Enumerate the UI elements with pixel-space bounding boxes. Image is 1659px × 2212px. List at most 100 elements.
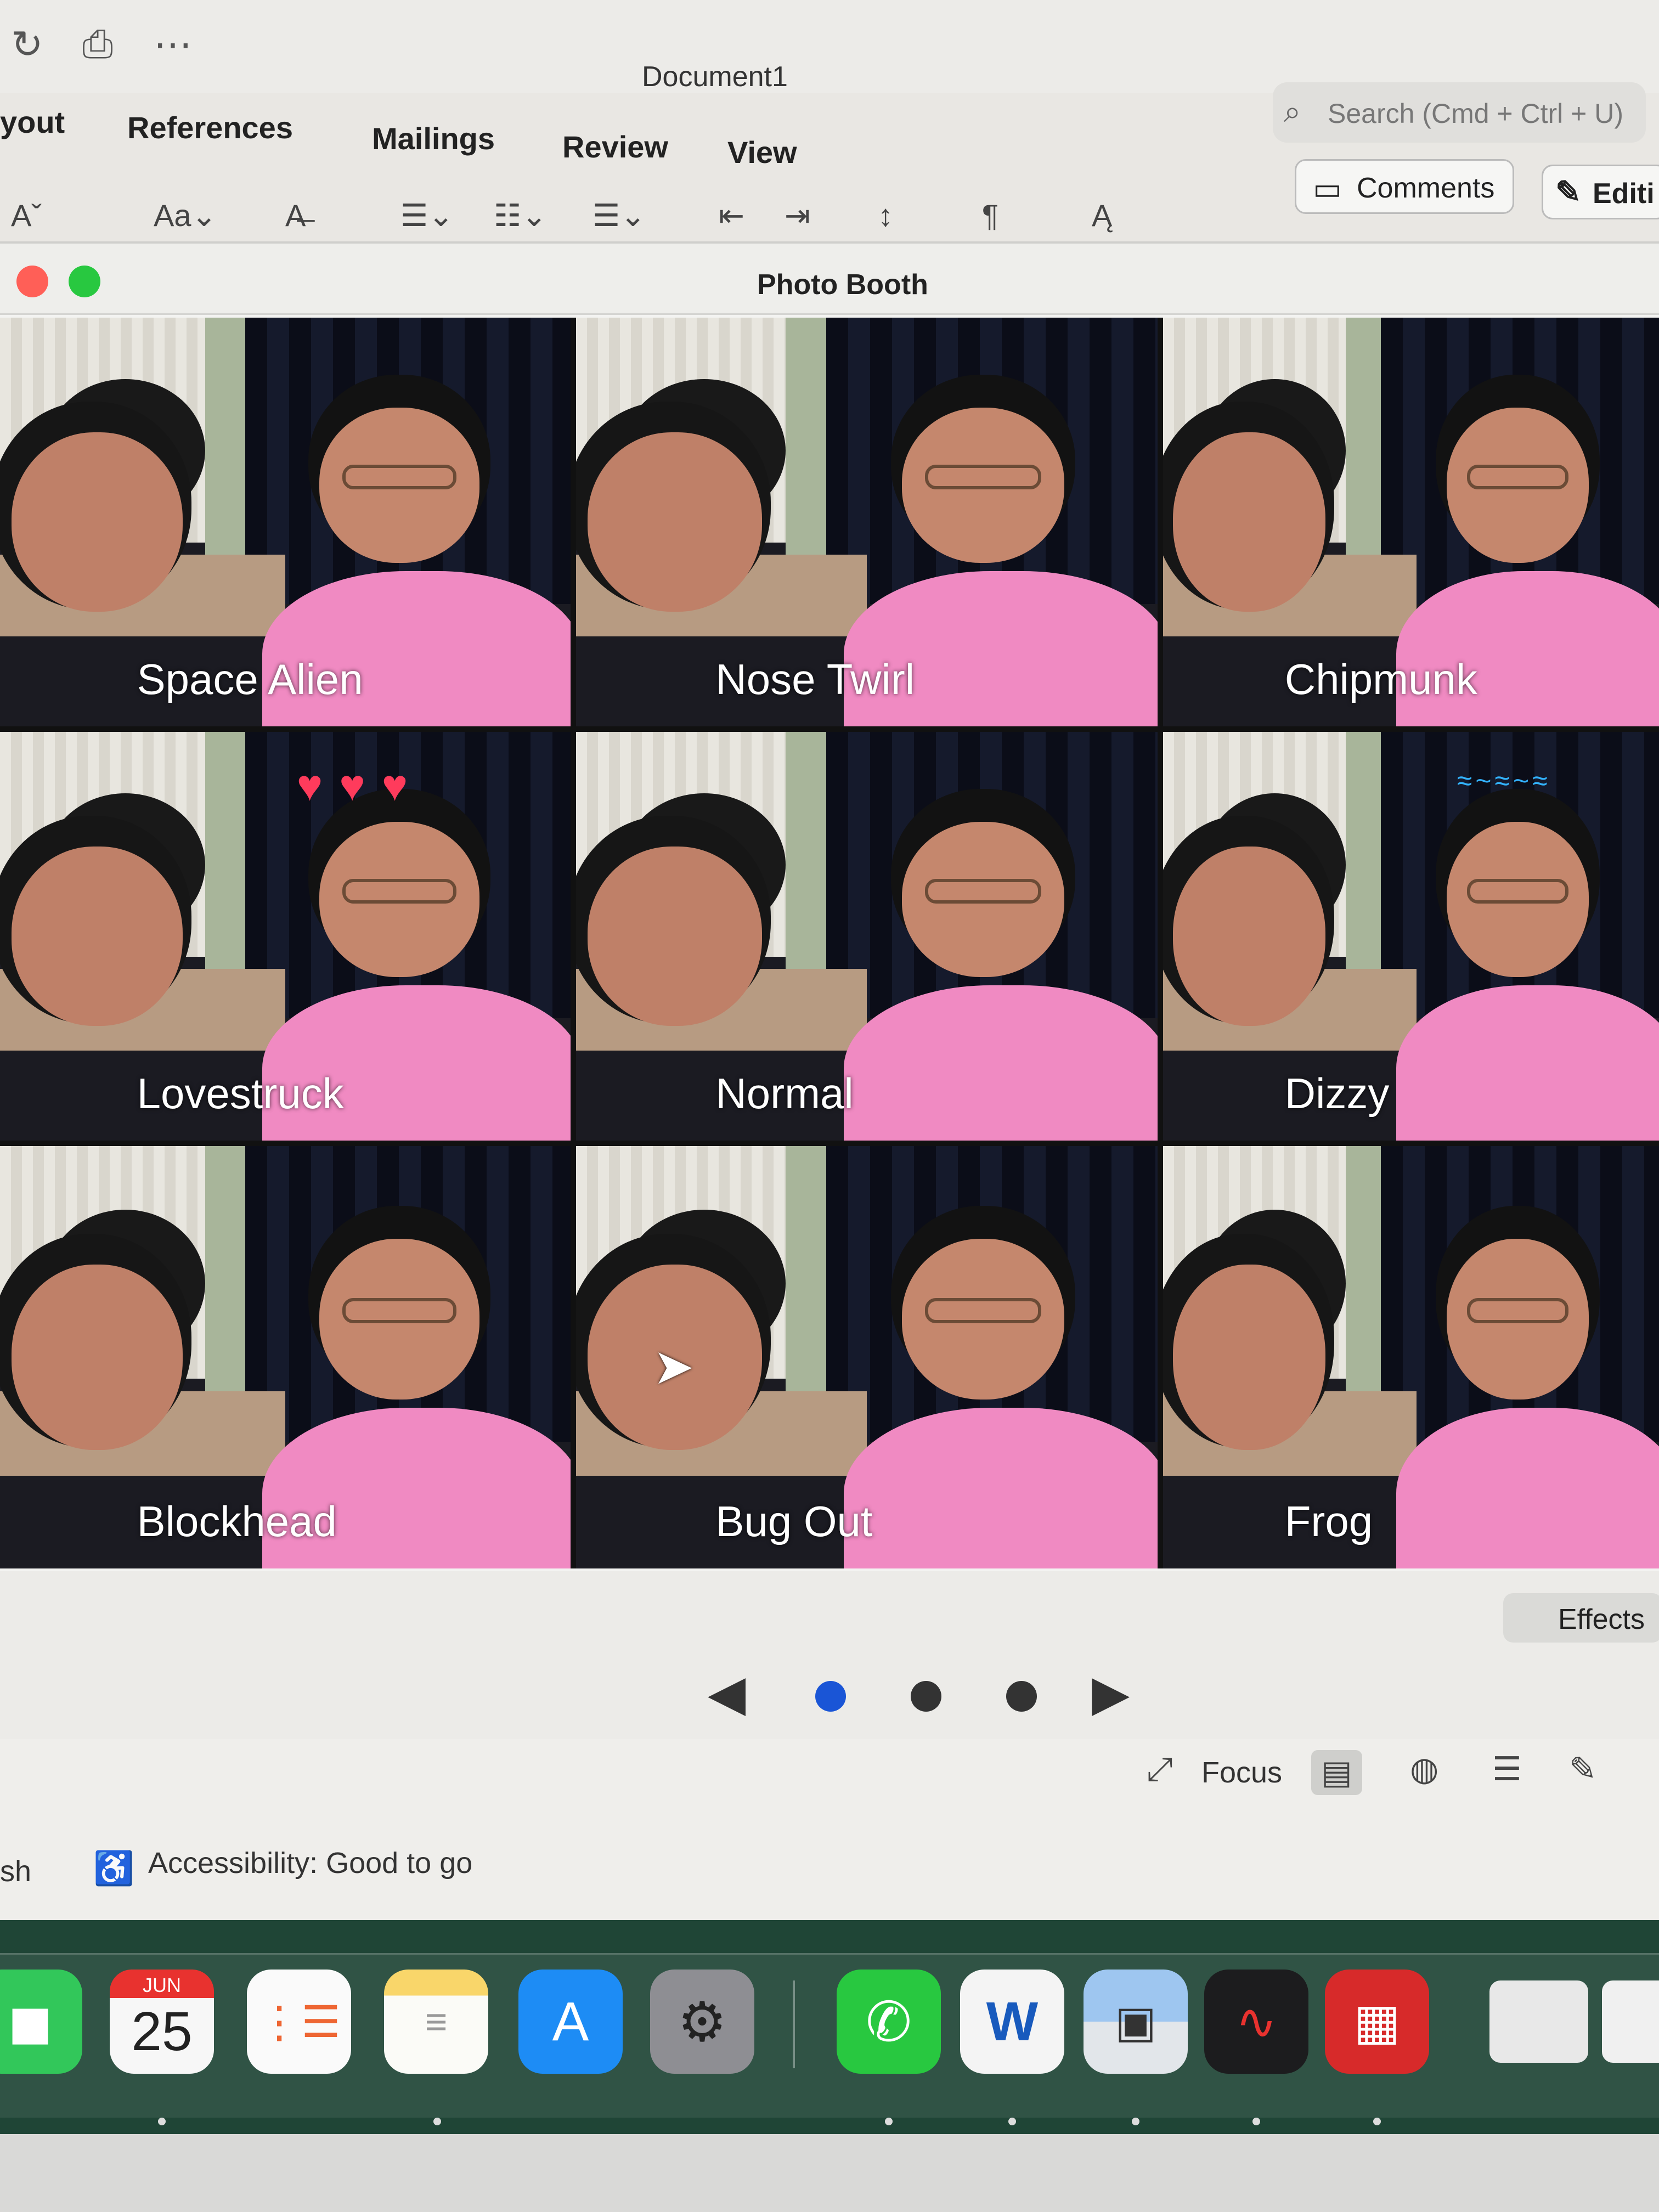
effect-tile-nose-twirl[interactable]: Nose Twirl	[576, 318, 1158, 726]
ribbon-tabs: yout References Mailings Review View	[0, 104, 1207, 170]
next-page-icon[interactable]: ▶	[1092, 1664, 1130, 1722]
print-layout-icon[interactable]: ▤	[1311, 1750, 1362, 1795]
status-left-text: sh	[0, 1855, 32, 1888]
editing-button[interactable]: ✎ Editi	[1542, 165, 1659, 219]
hearts-icon: ♥♥♥	[296, 761, 425, 810]
more-icon[interactable]: ⋯	[154, 22, 192, 67]
comments-label: Comments	[1357, 172, 1495, 204]
effect-tile-chipmunk[interactable]: Chipmunk	[1163, 318, 1659, 726]
effect-tile-normal[interactable]: Normal	[576, 732, 1158, 1141]
numbering-icon[interactable]: ☷⌄	[494, 198, 547, 234]
effects-grid: Space Alien Nose Twirl Chipmunk ♥♥♥ Love…	[0, 318, 1659, 1568]
effect-tile-space-alien[interactable]: Space Alien	[0, 318, 571, 726]
search-icon: ⌕	[1284, 94, 1301, 128]
print-icon[interactable]: ⎙	[82, 22, 113, 67]
word-status-bar: ⤢ Focus ▤ ◍ ☰ ✎ sh ♿ Accessibility: Good…	[0, 1739, 1659, 1920]
effect-label: Frog	[1284, 1497, 1373, 1545]
comments-button[interactable]: ▭ Comments	[1295, 159, 1514, 214]
photo-booth-icon[interactable]: ▦	[1325, 1970, 1429, 2074]
effect-label: Space Alien	[137, 655, 363, 703]
running-indicator	[158, 2118, 166, 2125]
preview-icon[interactable]: ▣	[1084, 1970, 1188, 2074]
search-input[interactable]: ⌕ Search (Cmd + Ctrl + U)	[1273, 82, 1646, 143]
photo-booth-title-bar: Photo Booth	[0, 244, 1659, 315]
word-title-bar: ↻ ⎙ ⋯ Document1	[0, 0, 1659, 93]
word-window: ↻ ⎙ ⋯ Document1 ⌕ Search (Cmd + Ctrl + U…	[0, 0, 1659, 258]
reminders-icon[interactable]: ⋮☰	[247, 1970, 351, 2074]
change-case-icon[interactable]: Aa⌄	[154, 198, 217, 234]
editing-label: Editi	[1593, 178, 1655, 210]
effect-label: Dizzy	[1284, 1069, 1390, 1118]
accessibility-icon: ♿	[93, 1850, 134, 1887]
sort-icon[interactable]: ↕	[878, 198, 893, 233]
effect-label: Nose Twirl	[715, 655, 915, 703]
calendar-day: 25	[131, 2001, 193, 2062]
zoom-window-button[interactable]	[69, 266, 100, 297]
paragraph-mark-icon[interactable]: ¶	[982, 198, 998, 233]
effect-tile-dizzy[interactable]: ≈~≈~≈ Dizzy	[1163, 732, 1659, 1141]
voice-memos-icon[interactable]: ∿	[1204, 1970, 1308, 2074]
accessibility-status[interactable]: Accessibility: Good to go	[148, 1846, 472, 1880]
pencil-icon: ✎	[1555, 174, 1581, 209]
focus-button[interactable]: Focus	[1201, 1756, 1282, 1790]
effect-label: Bug Out	[715, 1497, 873, 1545]
bullets-icon[interactable]: ☰⌄	[400, 198, 454, 234]
web-layout-icon[interactable]: ◍	[1410, 1750, 1438, 1788]
tab-mailings[interactable]: Mailings	[372, 121, 495, 156]
page-dot-1[interactable]	[815, 1681, 846, 1712]
redo-icon[interactable]: ↻	[11, 22, 43, 67]
font-size-down-icon[interactable]: Aˇ	[11, 198, 42, 233]
outline-view-icon[interactable]: ☰	[1492, 1750, 1522, 1788]
effect-label: Blockhead	[137, 1497, 337, 1545]
calendar-month: JUN	[110, 1970, 214, 1998]
comment-icon: ▭	[1313, 171, 1342, 206]
effect-tile-lovestruck[interactable]: ♥♥♥ Lovestruck	[0, 732, 571, 1141]
window-title: Photo Booth	[757, 269, 928, 301]
dock-separator	[793, 1980, 795, 2068]
word-icon[interactable]: W	[960, 1970, 1064, 2074]
photo-booth-window: Photo Booth Space Alien Nose Twirl Chipm…	[0, 241, 1659, 1741]
minimized-window-thumbnail[interactable]	[1602, 1980, 1659, 2063]
running-indicator	[1132, 2118, 1139, 2125]
tab-review[interactable]: Review	[562, 129, 668, 165]
effect-label: Chipmunk	[1284, 655, 1477, 703]
running-indicator	[885, 2118, 893, 2125]
app-store-icon[interactable]: A	[518, 1970, 623, 2074]
whatsapp-icon[interactable]: ✆	[837, 1970, 941, 2074]
page-dot-2[interactable]	[911, 1681, 941, 1712]
minimized-window-thumbnail[interactable]	[1489, 1980, 1588, 2063]
decrease-indent-icon[interactable]: ⇤	[719, 198, 744, 234]
effect-tile-bug-out[interactable]: ➤ Bug Out	[576, 1146, 1158, 1568]
styles-icon[interactable]: Ą	[1092, 198, 1112, 233]
effects-button[interactable]: Effects	[1503, 1593, 1659, 1643]
search-placeholder: Search (Cmd + Ctrl + U)	[1328, 98, 1624, 129]
draft-view-icon[interactable]: ✎	[1569, 1750, 1596, 1788]
facetime-icon[interactable]: ◼	[0, 1970, 82, 2074]
effect-tile-blockhead[interactable]: Blockhead	[0, 1146, 571, 1568]
tab-layout[interactable]: yout	[0, 104, 65, 140]
effect-tile-frog[interactable]: Frog	[1163, 1146, 1659, 1568]
effect-label: Lovestruck	[137, 1069, 344, 1118]
mouse-cursor-icon: ➤	[653, 1340, 695, 1395]
notes-icon[interactable]: ≡	[384, 1970, 488, 2074]
calendar-icon[interactable]: JUN 25	[110, 1970, 214, 2074]
tab-view[interactable]: View	[727, 134, 797, 170]
previous-page-icon[interactable]: ◀	[708, 1664, 746, 1722]
photo-booth-footer: Effects ◀ ▶	[0, 1571, 1659, 1741]
close-window-button[interactable]	[16, 266, 48, 297]
clear-format-icon[interactable]: A̶	[285, 198, 306, 233]
running-indicator	[1008, 2118, 1016, 2125]
document-title: Document1	[642, 61, 788, 93]
focus-icon[interactable]: ⤢	[1147, 1750, 1173, 1788]
effect-label: Normal	[715, 1069, 854, 1118]
page-dot-3[interactable]	[1006, 1681, 1037, 1712]
tab-references[interactable]: References	[127, 110, 293, 145]
laptop-bezel	[0, 2134, 1659, 2212]
multilevel-list-icon[interactable]: ☰⌄	[592, 198, 646, 234]
running-indicator	[433, 2118, 441, 2125]
increase-indent-icon[interactable]: ⇥	[785, 198, 810, 234]
system-settings-icon[interactable]: ⚙	[650, 1970, 754, 2074]
running-indicator	[1252, 2118, 1260, 2125]
running-indicator	[1373, 2118, 1381, 2125]
effects-label: Effects	[1558, 1604, 1645, 1635]
